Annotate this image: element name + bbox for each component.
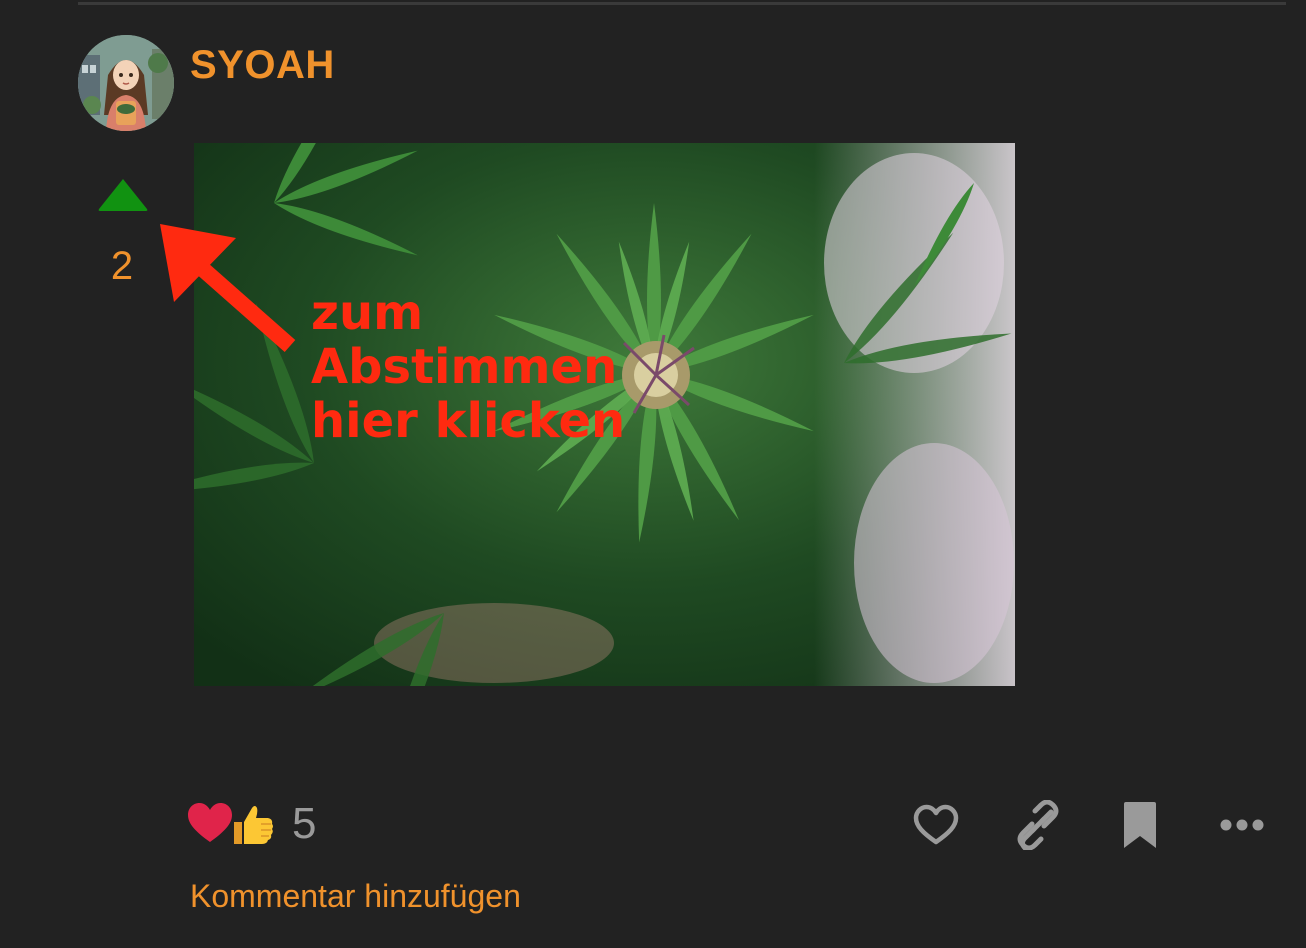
copy-link-button[interactable] <box>1011 798 1065 852</box>
more-options-button[interactable] <box>1215 798 1269 852</box>
heart-outline-icon <box>913 804 959 845</box>
reaction-count: 5 <box>292 799 317 848</box>
top-divider <box>78 2 1286 5</box>
like-button[interactable] <box>909 798 963 852</box>
ellipsis-icon <box>1220 819 1264 831</box>
red-heart-emoji <box>188 803 232 842</box>
vote-count: 2 <box>110 244 134 288</box>
bookmark-icon <box>1124 802 1156 848</box>
avatar[interactable] <box>78 35 174 131</box>
caret-up-icon <box>98 179 148 211</box>
reactions[interactable]: 5 <box>186 798 316 850</box>
add-comment-link[interactable]: Kommentar hinzufügen <box>190 878 521 915</box>
thumbs-up-emoji <box>234 806 273 844</box>
annotation-arrow <box>160 224 296 352</box>
annotation-text: zum Abstimmen hier klicken <box>311 285 626 449</box>
username[interactable]: SYOAH <box>190 43 335 88</box>
avatar-illustration <box>78 35 174 131</box>
upvote-button[interactable] <box>96 176 150 214</box>
bookmark-button[interactable] <box>1113 798 1167 852</box>
link-icon <box>1017 800 1059 850</box>
